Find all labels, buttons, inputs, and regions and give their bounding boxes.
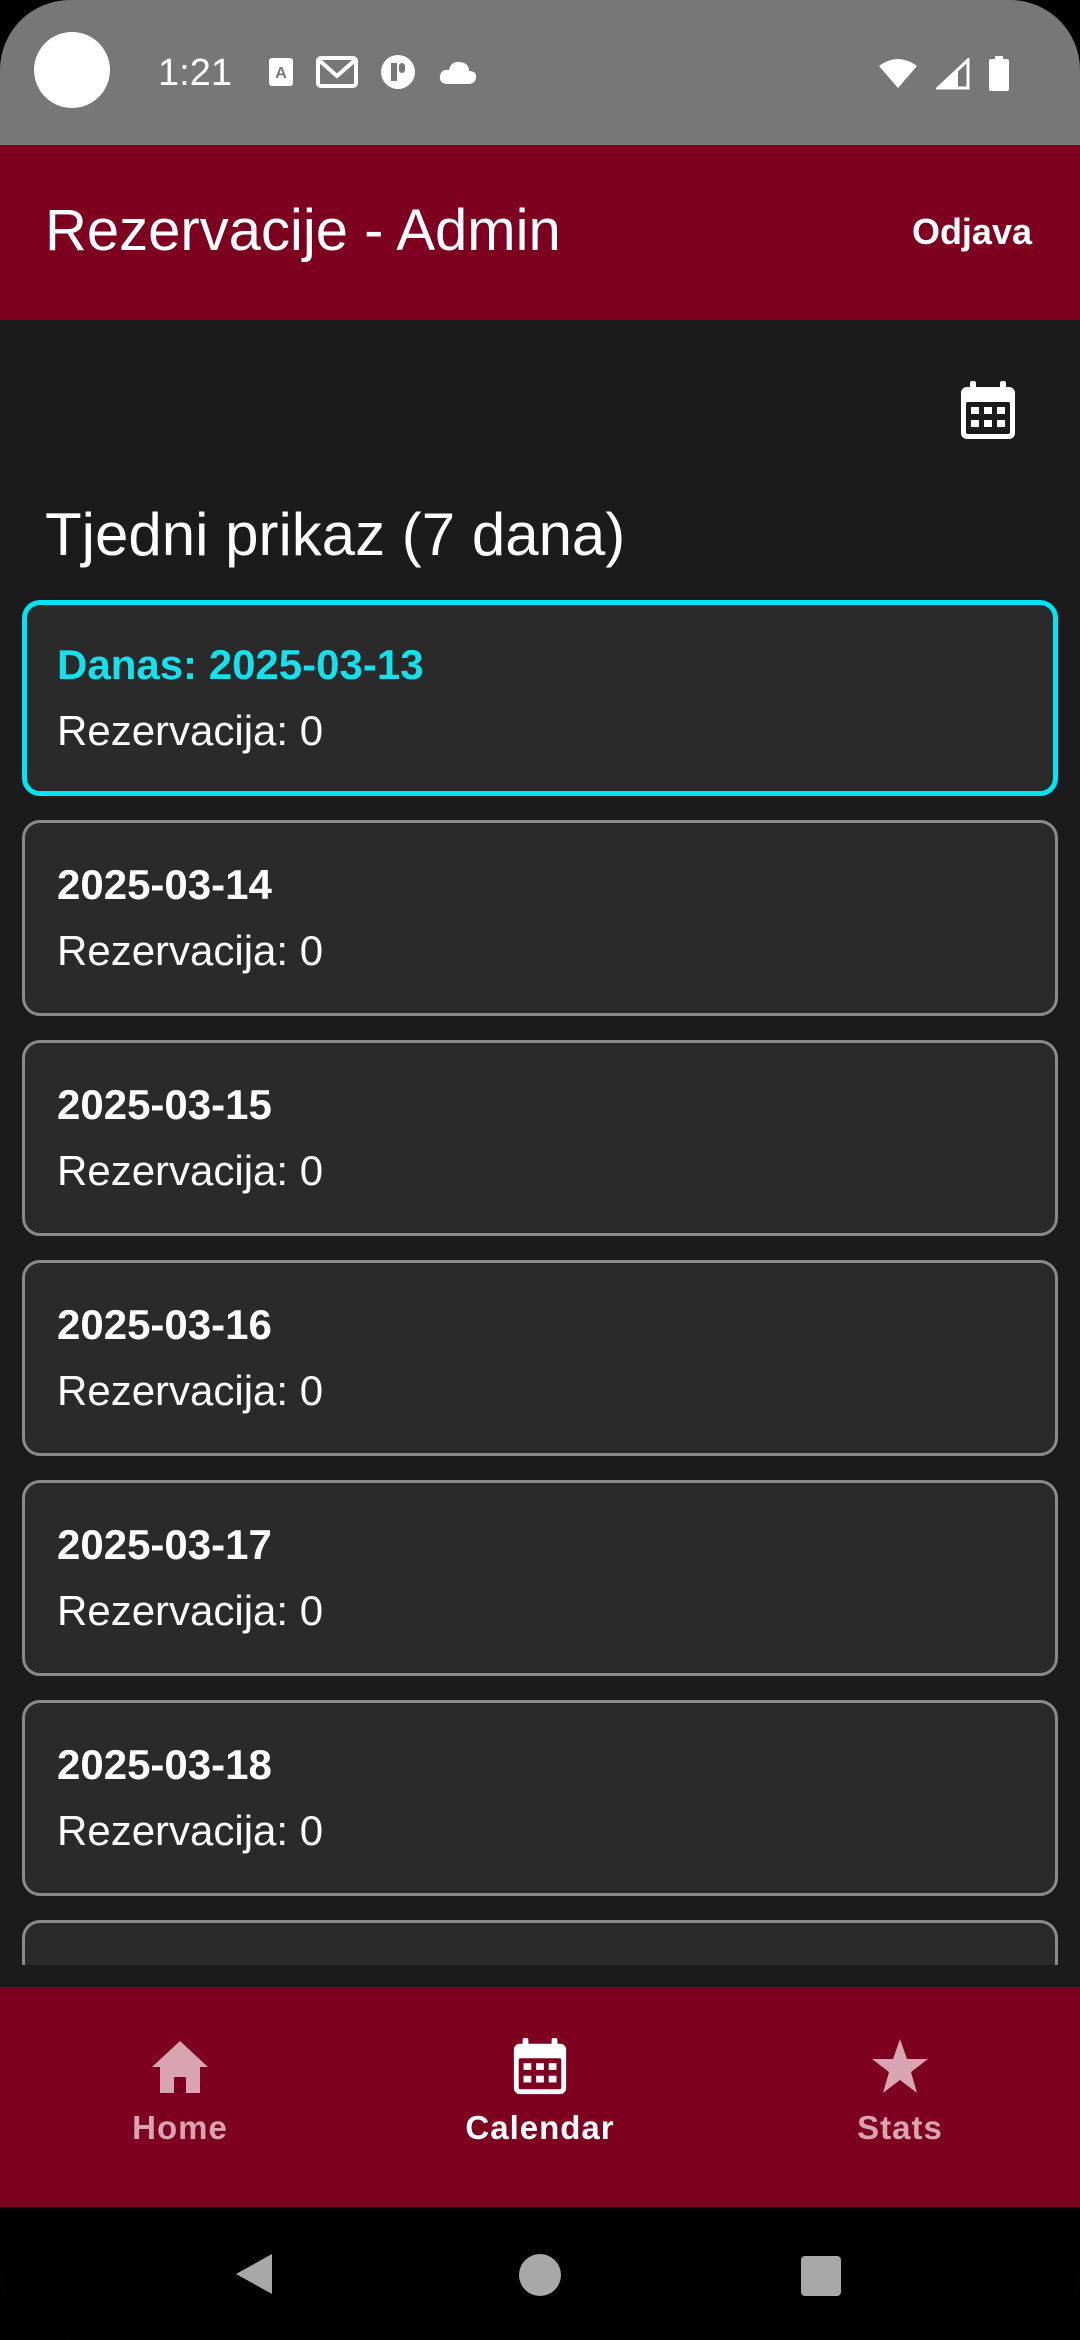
nav-home-label: Home <box>132 2109 228 2146</box>
nav-calendar[interactable]: Calendar <box>360 1987 720 2207</box>
home-button-icon[interactable] <box>518 2253 562 2297</box>
phone-screen: 1:21 A Rezervacije - Admin Odjava Tjedni… <box>0 0 1080 2340</box>
day-reservation-count: Rezervacija: 0 <box>57 1367 324 1414</box>
gmail-icon <box>316 56 358 88</box>
day-reservation-count: Rezervacija: 0 <box>57 707 324 754</box>
day-reservation-count: Rezervacija: 0 <box>57 1587 324 1634</box>
nav-stats[interactable]: Stats <box>720 1987 1080 2207</box>
app-icon <box>381 55 415 89</box>
day-date: 2025-03-18 <box>57 1741 272 1788</box>
recents-icon[interactable] <box>800 2255 842 2297</box>
star-icon <box>872 2039 928 2093</box>
back-icon[interactable] <box>234 2252 274 2296</box>
main-content: Tjedni prikaz (7 dana) Danas: 2025-03-13… <box>0 320 1080 1965</box>
day-reservation-count: Rezervacija: 0 <box>57 1807 324 1854</box>
nav-calendar-label: Calendar <box>465 2109 615 2146</box>
day-list: Danas: 2025-03-13 Rezervacija: 0 2025-03… <box>22 600 1058 1965</box>
wifi-icon <box>879 59 917 88</box>
nav-stats-label: Stats <box>857 2109 943 2146</box>
svg-text:A: A <box>275 65 287 82</box>
bottom-navigation: Home Calendar Stats <box>0 1987 1080 2207</box>
calendar-icon[interactable] <box>958 380 1018 442</box>
status-bar: 1:21 A <box>0 0 1080 145</box>
day-reservation-count: Rezervacija: 0 <box>57 927 324 974</box>
app-bar: Rezervacije - Admin Odjava <box>0 145 1080 320</box>
day-card[interactable]: 2025-03-14 Rezervacija: 0 <box>22 820 1058 1016</box>
day-date: 2025-03-15 <box>57 1081 272 1128</box>
cloud-icon <box>439 61 477 84</box>
status-time: 1:21 <box>158 52 232 94</box>
day-card[interactable]: 2025-03-15 Rezervacija: 0 <box>22 1040 1058 1236</box>
day-date: 2025-03-17 <box>57 1521 272 1568</box>
page-title: Rezervacije - Admin <box>45 198 561 263</box>
notification-icons: A <box>268 54 478 90</box>
font-icon: A <box>269 58 293 86</box>
system-status-icons <box>878 56 1010 92</box>
logout-button[interactable]: Odjava <box>912 211 1032 253</box>
day-card-partial[interactable] <box>22 1920 1058 1965</box>
nav-home[interactable]: Home <box>0 1987 360 2207</box>
day-card[interactable]: 2025-03-18 Rezervacija: 0 <box>22 1700 1058 1896</box>
section-title: Tjedni prikaz (7 dana) <box>45 501 626 568</box>
day-date: Danas: 2025-03-13 <box>57 641 424 688</box>
day-date: 2025-03-14 <box>57 861 272 908</box>
day-card-today[interactable]: Danas: 2025-03-13 Rezervacija: 0 <box>22 600 1058 796</box>
battery-icon <box>989 56 1009 91</box>
system-navigation-bar <box>0 2207 1080 2340</box>
day-card[interactable]: 2025-03-17 Rezervacija: 0 <box>22 1480 1058 1676</box>
calendar-icon <box>513 2037 567 2095</box>
day-reservation-count: Rezervacija: 0 <box>57 1147 324 1194</box>
home-icon <box>152 2041 208 2093</box>
camera-cutout <box>34 32 110 108</box>
day-card[interactable]: 2025-03-16 Rezervacija: 0 <box>22 1260 1058 1456</box>
signal-icon <box>936 58 970 90</box>
day-date: 2025-03-16 <box>57 1301 272 1348</box>
